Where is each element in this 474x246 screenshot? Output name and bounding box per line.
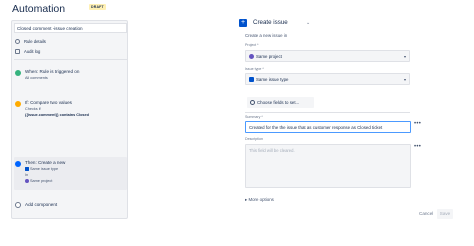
action-project: Same project (25, 179, 52, 183)
issue-type-value: Same issue type (256, 76, 289, 82)
add-component-button[interactable]: Add component (15, 202, 125, 210)
rule-name-field[interactable]: Closed comment -issue creation (14, 23, 127, 33)
app-title: Automation (12, 3, 66, 15)
trigger-icon (15, 70, 21, 76)
issue-type-select[interactable]: Same issue type ▾ (245, 73, 410, 85)
rule-details-icon (15, 38, 20, 44)
chevron-down-icon: ▾ (403, 54, 406, 59)
trigger-title: When: Rule is triggered on (25, 69, 80, 74)
save-button[interactable]: Save (437, 209, 453, 219)
project-value: Same project (256, 53, 282, 59)
audit-log-icon (15, 48, 20, 54)
nav-rule-details-label: Rule details (24, 38, 46, 44)
more-options-label: More options (248, 197, 274, 202)
summary-label: Summary * (245, 115, 263, 119)
more-options-toggle[interactable]: ▸ More options (245, 197, 274, 203)
divider (14, 59, 127, 60)
action-icon (15, 161, 21, 167)
condition-step[interactable]: If: Compare two values Checks if {{issue… (15, 100, 125, 124)
trigger-sub: All comments (25, 76, 48, 80)
summary-input[interactable]: Created for the the issue that as custom… (245, 121, 411, 133)
nav-rule-details[interactable]: Rule details (15, 37, 46, 45)
chevron-right-icon: ▸ (245, 197, 248, 202)
issue-type-label: Issue type * (245, 67, 264, 71)
plus-icon: + (239, 19, 247, 27)
condition-sub-1: Checks if (25, 107, 41, 111)
description-textarea[interactable]: This field will be cleared. (245, 144, 411, 188)
action-type: Same issue type (25, 167, 58, 171)
rule-sidebar: Closed comment -issue creation Rule deta… (11, 20, 128, 219)
add-component-label: Add component (25, 202, 58, 207)
condition-icon (15, 101, 21, 107)
condition-sub-2: {{issue.comment}} contains Closed (25, 113, 89, 117)
draft-badge: DRAFT (89, 4, 106, 10)
choose-fields-button[interactable]: Choose fields to set... (247, 97, 314, 108)
panel-title: Create issue (253, 19, 288, 26)
nav-audit-log-label: Audit log (24, 48, 41, 54)
action-title: Then: Create a new (25, 160, 66, 165)
issue-type-icon (249, 76, 254, 82)
chevron-down-icon[interactable]: ⌄ (306, 20, 310, 26)
project-label: Project * (245, 43, 259, 47)
project-select[interactable]: Same project ▾ (245, 50, 410, 62)
cancel-button[interactable]: Cancel (419, 211, 433, 216)
nav-audit-log[interactable]: Audit log (15, 47, 40, 55)
divider (245, 112, 410, 113)
action-in: In (25, 173, 29, 177)
choose-fields-label: Choose fields to set... (257, 100, 300, 105)
create-issue-panel: + Create issue ⌄ Create a new issue in P… (237, 0, 474, 246)
trigger-step[interactable]: When: Rule is triggered on All comments (15, 69, 125, 85)
project-icon (249, 53, 254, 59)
description-label: Description (245, 137, 263, 141)
gear-icon (250, 100, 255, 105)
add-icon (15, 202, 21, 208)
issue-type-icon (25, 167, 29, 171)
chevron-down-icon: ▾ (403, 77, 406, 82)
panel-description: Create a new issue in (245, 33, 288, 38)
condition-title: If: Compare two values (25, 100, 72, 105)
project-icon (25, 179, 29, 183)
more-icon[interactable]: ••• (414, 144, 421, 150)
action-step[interactable]: Then: Create a new Same issue type In Sa… (14, 157, 127, 190)
more-icon[interactable]: ••• (414, 121, 421, 127)
